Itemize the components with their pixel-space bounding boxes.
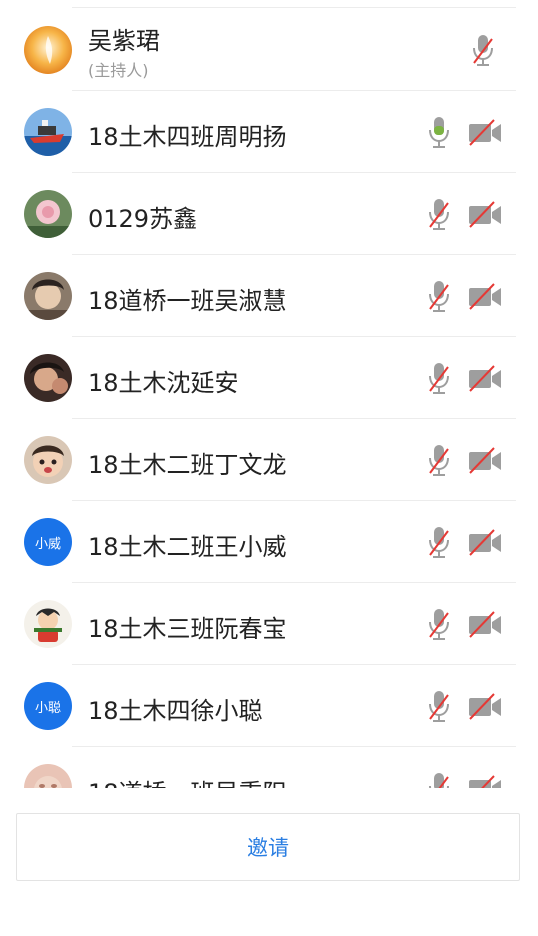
invite-button[interactable]: 邀请 [16,813,520,881]
participant-row[interactable]: 18道桥一班吴秉阳 [0,747,538,788]
camera-off-icon[interactable] [467,365,503,393]
participant-name: 18土木四徐小聪 [88,697,263,725]
camera-off-icon[interactable] [467,447,503,475]
participant-row[interactable]: 18土木四班周明扬 [0,91,538,173]
participant-row[interactable]: 小威 18土木二班王小威 [0,501,538,583]
mic-muted-icon[interactable] [426,197,452,233]
participant-row[interactable]: 0129苏鑫 [0,173,538,255]
participant-row[interactable]: 小聪 18土木四徐小聪 [0,665,538,747]
mic-muted-icon[interactable] [426,443,452,479]
avatar [24,190,72,238]
participant-name: 18土木二班丁文龙 [88,451,287,479]
participant-name: 18土木二班王小威 [88,533,287,561]
participant-row[interactable]: 18土木沈延安 [0,337,538,419]
participant-name: 18道桥一班吴秉阳 [88,773,287,788]
participant-name: 18土木沈延安 [88,369,239,397]
camera-off-icon[interactable] [467,283,503,311]
avatar [24,354,72,402]
mic-muted-icon[interactable] [426,689,452,725]
mic-muted-icon[interactable] [470,33,496,69]
participant-row[interactable]: 18道桥一班吴淑慧 [0,255,538,337]
mic-muted-icon[interactable] [426,361,452,397]
participant-name: 18土木三班阮春宝 [88,615,287,643]
avatar [24,272,72,320]
initials-avatar: 小聪 [24,682,72,730]
participant-name: 18土木四班周明扬 [88,123,287,151]
avatar [24,26,72,74]
avatar [24,600,72,648]
camera-off-icon[interactable] [467,775,503,788]
camera-off-icon[interactable] [467,201,503,229]
participant-row[interactable]: 18土木三班阮春宝 [0,583,538,665]
participant-name: 吴紫珺 [88,27,160,55]
camera-off-icon[interactable] [467,529,503,557]
participant-list[interactable]: 吴紫珺 (主持人) 18土木四班周明扬 0129苏鑫 18道桥一班吴淑慧 18土… [0,0,538,788]
host-label: (主持人) [88,61,149,80]
avatar [24,108,72,156]
mic-on-icon[interactable] [426,115,452,151]
mic-muted-icon[interactable] [426,279,452,315]
avatar [24,764,72,788]
participant-row-host[interactable]: 吴紫珺 (主持人) [0,9,538,91]
participant-name: 18道桥一班吴淑慧 [88,287,287,315]
camera-off-icon[interactable] [467,693,503,721]
divider [72,7,516,8]
camera-off-icon[interactable] [467,611,503,639]
mic-muted-icon[interactable] [426,607,452,643]
mic-muted-icon[interactable] [426,771,452,788]
participant-row[interactable]: 18土木二班丁文龙 [0,419,538,501]
participant-list-screen: 吴紫珺 (主持人) 18土木四班周明扬 0129苏鑫 18道桥一班吴淑慧 18土… [0,0,538,936]
avatar [24,436,72,484]
initials-avatar: 小威 [24,518,72,566]
mic-muted-icon[interactable] [426,525,452,561]
camera-off-icon[interactable] [467,119,503,147]
participant-name: 0129苏鑫 [88,205,198,233]
